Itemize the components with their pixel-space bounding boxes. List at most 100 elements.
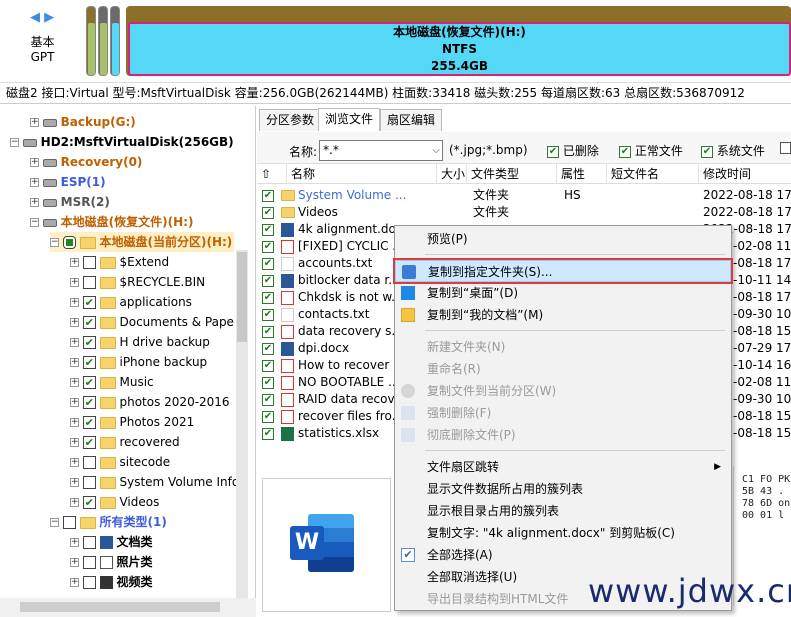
expand-icon[interactable]: + [30, 118, 39, 127]
tree-checkbox[interactable] [62, 516, 76, 529]
expand-icon[interactable]: + [70, 498, 79, 507]
normal-filter[interactable]: 正常文件 [619, 142, 683, 159]
expand-icon[interactable]: + [70, 298, 79, 307]
tree-item-all-types[interactable]: − 所有类型(1) [50, 512, 167, 532]
partition-bar-backup[interactable] [86, 6, 96, 76]
deleted-filter[interactable]: 已删除 [547, 142, 599, 159]
row-checkbox[interactable] [262, 308, 274, 321]
tree-checkbox[interactable] [82, 316, 96, 329]
tree-checkbox[interactable] [82, 376, 96, 389]
extra-filter-checkbox[interactable] [780, 142, 791, 154]
tree-folder-applications[interactable]: + applications [70, 292, 192, 312]
tree-checkbox[interactable] [82, 576, 96, 589]
column-modified[interactable]: 修改时间 [699, 164, 791, 184]
expand-icon[interactable]: + [70, 398, 79, 407]
tab-partition-params[interactable]: 分区参数 [259, 109, 322, 131]
nav-arrows-icon[interactable]: ◀ ▶ [30, 10, 54, 25]
row-checkbox[interactable] [262, 257, 274, 270]
menu-item-copy-text[interactable]: 复制文字: "4k alignment.docx" 到剪贴板(C) [395, 522, 731, 544]
expand-icon[interactable]: + [70, 378, 79, 387]
tree-checkbox[interactable] [82, 416, 96, 429]
column-size[interactable]: 大小 [437, 164, 467, 184]
tree-type-documents[interactable]: + 文档类 [70, 532, 153, 552]
expand-icon[interactable]: + [70, 578, 79, 587]
disk-selector[interactable]: ◀ ▶ 基本 GPT [0, 0, 85, 82]
tree-checkbox[interactable] [82, 436, 96, 449]
collapse-icon[interactable]: − [30, 218, 39, 227]
tree-checkbox[interactable] [62, 236, 76, 249]
tree-folder-photos2021[interactable]: + Photos 2021 [70, 412, 194, 432]
tree-item-local[interactable]: − 本地磁盘(恢复文件)(H:) [30, 212, 193, 232]
tree-checkbox[interactable] [82, 556, 96, 569]
up-folder-icon[interactable]: ⇧ [257, 164, 287, 184]
row-checkbox[interactable] [262, 393, 274, 406]
expand-icon[interactable]: + [30, 178, 39, 187]
row-checkbox[interactable] [262, 342, 274, 355]
row-checkbox[interactable] [262, 359, 274, 372]
row-checkbox[interactable] [262, 410, 274, 423]
tree-item-hd2[interactable]: − HD2:MsftVirtualDisk(256GB) [10, 132, 234, 152]
partition-bar-esp[interactable] [110, 6, 120, 76]
tree-folder-music[interactable]: + Music [70, 372, 154, 392]
tree-checkbox[interactable] [82, 276, 96, 289]
collapse-icon[interactable]: − [50, 518, 59, 527]
tree-folder-sysvol[interactable]: + System Volume Info [70, 472, 239, 492]
scroll-thumb[interactable] [20, 602, 220, 612]
menu-item-force-delete[interactable]: 强制删除(F) [395, 402, 731, 424]
tree-checkbox[interactable] [82, 256, 96, 269]
chevron-down-icon[interactable]: ⌵ [432, 141, 440, 160]
tree-folder-iphone[interactable]: + iPhone backup [70, 352, 207, 372]
file-row[interactable]: System Volume ... 文件夹 HS 2022-08-18 17:0 [257, 187, 791, 204]
menu-item-copy-to-docs[interactable]: 复制到“我的文档”(M) [395, 304, 731, 326]
tree-checkbox[interactable] [82, 396, 96, 409]
column-type[interactable]: 文件类型 [467, 164, 557, 184]
expand-icon[interactable]: + [70, 338, 79, 347]
checkbox[interactable] [547, 145, 559, 158]
expand-icon[interactable]: + [70, 318, 79, 327]
expand-icon[interactable]: + [70, 558, 79, 567]
tab-browse-files[interactable]: 浏览文件 [318, 108, 381, 131]
tree-folder-extend[interactable]: + $Extend [70, 252, 169, 272]
menu-item-new-folder[interactable]: 新建文件夹(N) [395, 336, 731, 358]
collapse-icon[interactable]: − [50, 238, 59, 247]
tree-item-esp[interactable]: + ESP(1) [30, 172, 106, 192]
tree-folder-documents[interactable]: + Documents & Pape [70, 312, 234, 332]
tree-item-recovery[interactable]: + Recovery(0) [30, 152, 142, 172]
scroll-thumb[interactable] [237, 252, 247, 342]
tab-sector-edit[interactable]: 扇区编辑 [380, 109, 443, 131]
column-short-name[interactable]: 短文件名 [607, 164, 699, 184]
menu-item-select-all[interactable]: ✔ 全部选择(A) [395, 544, 731, 566]
menu-item-preview[interactable]: 预览(P) [395, 228, 731, 250]
expand-icon[interactable]: + [70, 278, 79, 287]
menu-item-sector-jump[interactable]: 文件扇区跳转 ▶ [395, 456, 731, 478]
row-checkbox[interactable] [262, 240, 274, 253]
tree-horizontal-scrollbar[interactable] [0, 598, 256, 617]
tree-item-backup[interactable]: + Backup(G:) [30, 112, 136, 132]
file-row[interactable]: Videos 文件夹 2022-08-18 17:0 [257, 204, 791, 221]
tree-folder-recycle[interactable]: + $RECYCLE.BIN [70, 272, 205, 292]
row-checkbox[interactable] [262, 376, 274, 389]
tree-folder-recovered[interactable]: + recovered [70, 432, 180, 452]
menu-item-rename[interactable]: 重命名(R) [395, 358, 731, 380]
system-filter[interactable]: 系统文件 [701, 142, 765, 159]
expand-icon[interactable]: + [70, 438, 79, 447]
tree-type-videos[interactable]: + 视频类 [70, 572, 153, 592]
expand-icon[interactable]: + [30, 198, 39, 207]
partition-bar-recovery[interactable] [98, 6, 108, 76]
row-checkbox[interactable] [262, 223, 274, 236]
menu-item-show-clusters[interactable]: 显示文件数据所占用的簇列表 [395, 478, 731, 500]
checkbox[interactable] [619, 145, 631, 158]
menu-item-show-root-clusters[interactable]: 显示根目录占用的簇列表 [395, 500, 731, 522]
row-checkbox[interactable] [262, 291, 274, 304]
tree-folder-hdrive[interactable]: + H drive backup [70, 332, 210, 352]
tree-item-current-partition[interactable]: − 本地磁盘(当前分区)(H:) [50, 232, 234, 252]
expand-icon[interactable]: + [70, 478, 79, 487]
expand-icon[interactable]: + [70, 458, 79, 467]
row-checkbox[interactable] [262, 427, 274, 440]
tree-checkbox[interactable] [82, 336, 96, 349]
tree-checkbox[interactable] [82, 536, 96, 549]
menu-item-copy-to-desktop[interactable]: 复制到“桌面”(D) [395, 282, 731, 304]
column-name[interactable]: 名称 [287, 164, 437, 184]
row-checkbox[interactable] [262, 189, 274, 202]
checkbox[interactable] [701, 145, 713, 158]
